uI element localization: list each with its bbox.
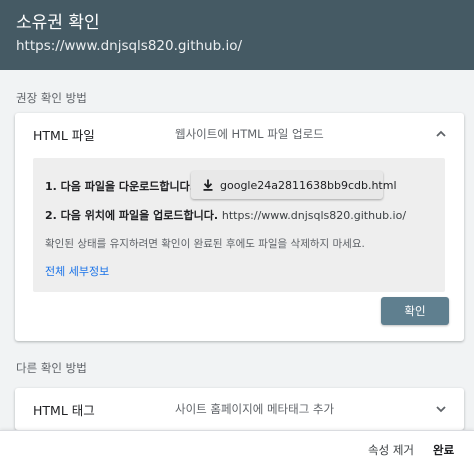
step-2-row: 2. 다음 위치에 파일을 업로드합니다. https://www.dnjsql… (45, 207, 406, 223)
method-description: 사이트 홈페이지에 메타태그 추가 (175, 402, 335, 416)
download-file-name: google24a2811638bb9cdb.html (220, 178, 397, 192)
full-details-link[interactable]: 전체 세부정보 (45, 263, 109, 279)
download-file-button[interactable]: google24a2811638bb9cdb.html (191, 171, 397, 199)
chevron-down-icon[interactable] (434, 402, 448, 416)
dialog-header: 소유권 확인 https://www.dnjsqls820.github.io/ (0, 0, 474, 70)
method-name: HTML 파일 (33, 127, 95, 143)
recommended-section-label: 권장 확인 방법 (16, 91, 87, 105)
dialog-footer: 속성 제거 완료 (0, 430, 474, 467)
method-description: 웹사이트에 HTML 파일 업로드 (175, 127, 324, 141)
html-tag-header[interactable]: HTML 태그 사이트 홈페이지에 메타태그 추가 (15, 388, 464, 430)
other-section-label: 다른 확인 방법 (16, 361, 87, 375)
instructions-panel: 1. 다음 파일을 다운로드합니다. google24a2811638bb9cd… (33, 158, 445, 292)
keep-file-hint: 확인된 상태를 유지하려면 확인이 완료된 후에도 파일을 삭제하지 마세요. (45, 238, 365, 250)
verify-button[interactable]: 확인 (381, 297, 449, 325)
method-name: HTML 태그 (33, 402, 95, 418)
download-icon (203, 179, 213, 191)
step-2-label: 2. 다음 위치에 파일을 업로드합니다. (45, 209, 219, 222)
property-url: https://www.dnjsqls820.github.io/ (16, 38, 243, 54)
chevron-up-icon[interactable] (434, 127, 448, 141)
remove-property-button[interactable]: 속성 제거 (368, 442, 414, 458)
done-button[interactable]: 완료 (433, 442, 454, 458)
dialog-title: 소유권 확인 (16, 13, 100, 33)
step-2-url: https://www.dnjsqls820.github.io/ (221, 209, 407, 222)
other-method-card: HTML 태그 사이트 홈페이지에 메타태그 추가 (15, 388, 464, 430)
step-1-label: 1. 다음 파일을 다운로드합니다. (45, 180, 194, 193)
html-file-header[interactable]: HTML 파일 웹사이트에 HTML 파일 업로드 (15, 113, 464, 155)
recommended-method-card: HTML 파일 웹사이트에 HTML 파일 업로드 1. 다음 파일을 다운로드… (15, 113, 464, 341)
